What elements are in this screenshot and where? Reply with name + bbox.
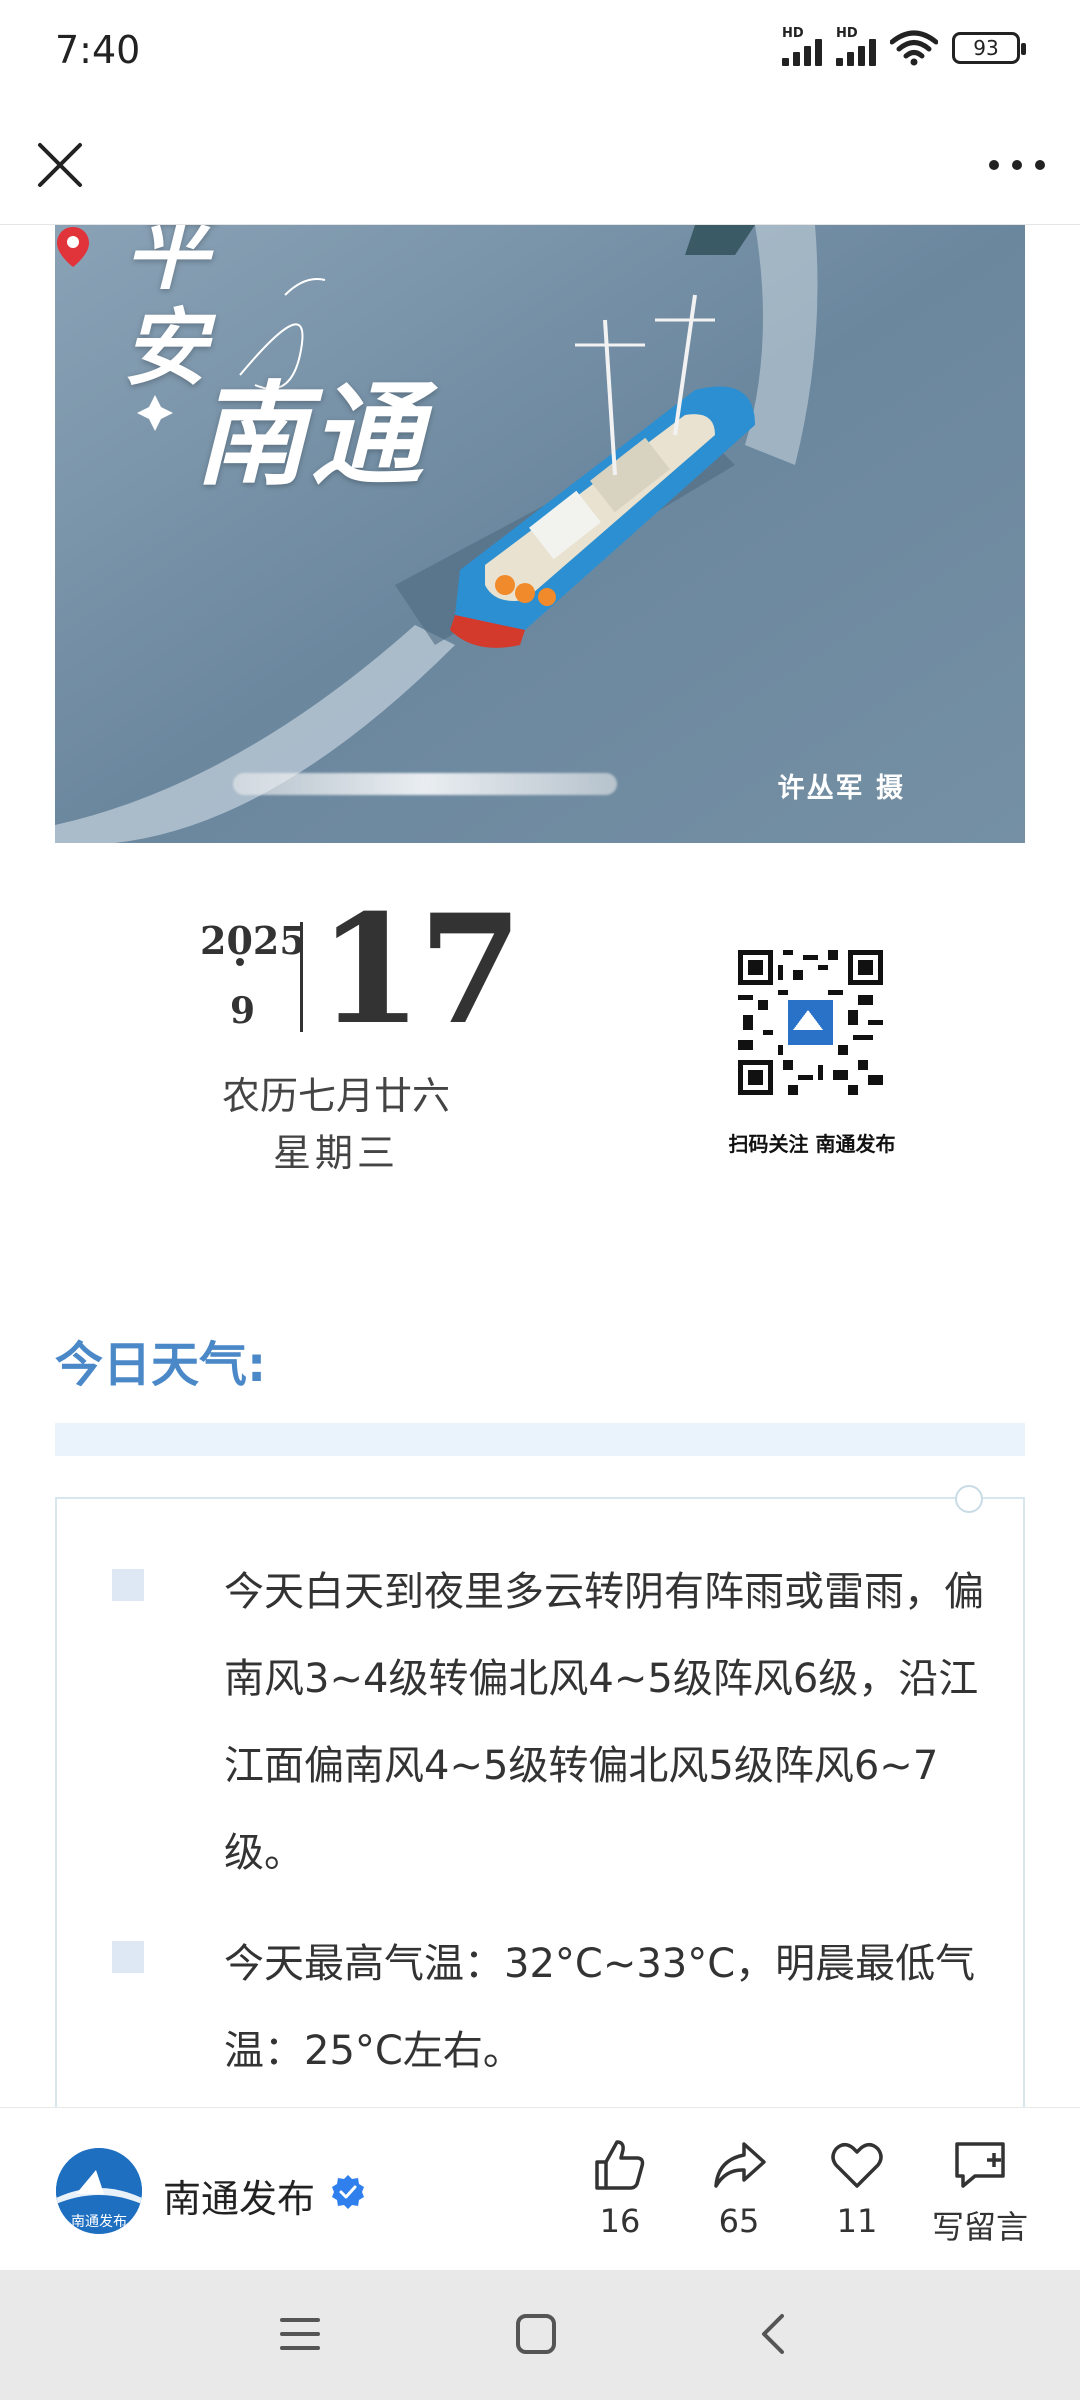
battery-level: 93 [973,36,999,60]
weather-item: 今天白天到夜里多云转阴有阵雨或雷雨，偏南风3~4级转偏北风4~5级阵风6级，沿江… [112,1549,992,1897]
thumbs-up-icon [595,2140,645,2190]
more-horizontal-icon[interactable] [982,145,1052,185]
avatar-text: 南通发布 [71,2214,127,2230]
share-button[interactable]: 65 [684,2136,794,2240]
system-nav-bar [0,2270,1080,2400]
weather-item-text: 今天最高气温：32°C~33°C，明晨最低气温：25°C左右。 [224,1941,976,2074]
comment-label: 写留言 [931,2208,1028,2246]
bullet-square [112,1941,144,1973]
decorative-ring [955,1485,983,1513]
like-button[interactable]: 16 [565,2136,675,2240]
date-year: 2025 [200,918,306,963]
weather-heading: 今日天气: [55,1337,267,1393]
date-divider [300,922,303,1032]
hero-title-line3: 南通 [195,370,427,501]
battery-icon: 93 [952,32,1026,64]
date-month: 9 [230,990,256,1032]
weather-item-text: 今天白天到夜里多云转阴有阵雨或雷雨，偏南风3~4级转偏北风4~5级阵风6级，沿江… [224,1569,984,1876]
bottom-action-bar: 南通发布 南通发布 16 65 11 写留言 [0,2107,1080,2270]
home-icon[interactable] [514,2312,558,2356]
like-count: 16 [599,2202,641,2240]
top-nav [0,105,1080,225]
signal-icon: HD [782,26,822,66]
close-icon[interactable] [30,135,90,195]
weather-item: 今天最高气温：32°C~33°C，明晨最低气温：25°C左右。 [112,1921,992,2095]
verified-badge-icon [332,2175,364,2209]
lunar-date: 农历七月廿六 [221,1074,450,1118]
comment-add-icon [955,2142,1005,2188]
bullet-square [112,1569,144,1601]
network-type-label: HD [782,26,804,41]
hero-image: 平 安 南通 许丛军 摄 [55,225,1025,843]
network-type-label: HD [836,26,858,41]
status-icons: HD HD 93 [782,26,1026,66]
favorite-count: 11 [836,2202,878,2240]
date-day: 17 [318,882,523,1058]
account-name[interactable]: 南通发布 [163,2168,315,2223]
qr-caption: 扫码关注 南通发布 [728,1132,896,1156]
weather-card: 今天白天到夜里多云转阴有阵雨或雷雨，偏南风3~4级转偏北风4~5级阵风6级，沿江… [55,1485,1025,2117]
share-icon [714,2142,766,2188]
comment-button[interactable]: 写留言 [920,2136,1040,2248]
qr-code-image[interactable] [738,950,883,1095]
signal-icon: HD [836,26,876,66]
photo-credit: 许丛军 摄 [777,773,905,804]
date-separator-dot [236,958,244,966]
location-pin-icon [57,227,89,267]
account-avatar[interactable]: 南通发布 [56,2148,142,2234]
share-count: 65 [718,2202,760,2240]
status-bar: 7:40 HD HD 93 [0,0,1080,105]
heart-icon [831,2143,883,2188]
wifi-icon [890,30,938,66]
blurred-location-text [233,773,617,795]
status-time: 7:40 [55,28,141,72]
weekday: 星期三 [272,1131,399,1175]
weather-divider-band [55,1423,1025,1456]
menu-icon[interactable] [278,2312,322,2356]
back-icon[interactable] [752,2312,796,2356]
favorite-button[interactable]: 11 [802,2136,912,2240]
